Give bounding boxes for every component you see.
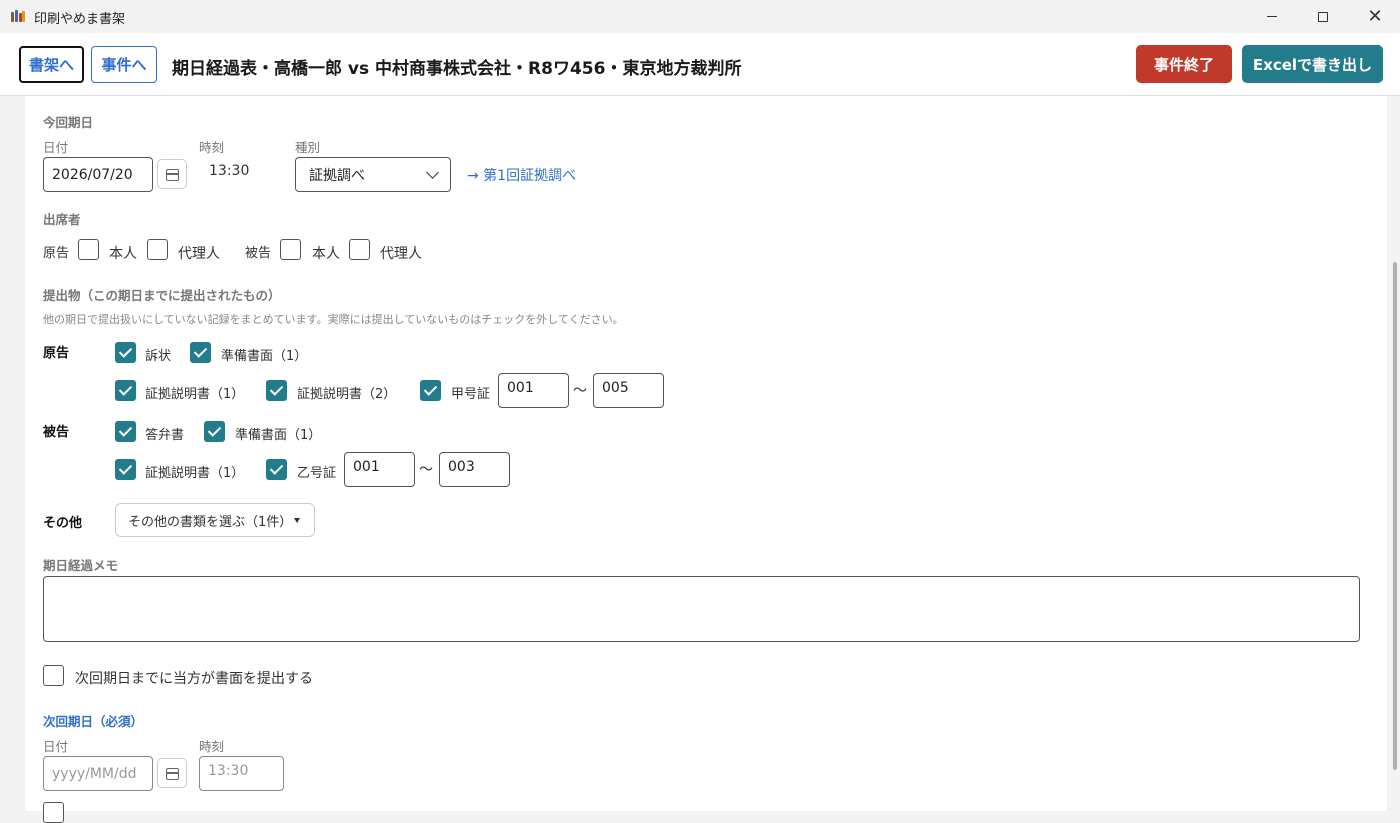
type-label: 種別 [295,140,321,155]
next-date-picker-button[interactable] [157,758,187,788]
maximize-icon [1318,11,1328,22]
other-documents-select-label: その他の書類を選ぶ（1件） [128,514,293,530]
plaintiff-submissions-label: 原告 [43,346,70,361]
submissions-hint: 他の期日で提出扱いにしていない記録をまとめています。実際には提出していないものは… [43,313,624,326]
other-submissions-label: その他 [43,516,83,531]
defendant-item-label: 答弁書 [145,428,185,443]
defendant-self-checkbox[interactable] [280,239,301,260]
page-header: 書架へ 事件へ 期日経過表・高橋一郎 vs 中村商事株式会社・R8ワ456・東京… [0,33,1400,96]
next-option-checkbox[interactable] [43,802,64,823]
current-date-section-label: 今回期日 [43,115,94,130]
window-titlebar: 印刷やめま書架 ✕ [0,0,1400,33]
plaintiff-item-label: 訴状 [145,349,172,364]
maximize-button[interactable] [1296,0,1350,33]
minimize-button[interactable] [1245,0,1299,33]
defendant-item-label: 準備書面（1） [235,428,322,443]
chevron-down-icon [426,166,439,179]
next-submit-checkbox[interactable] [43,665,64,686]
plaintiff-evidence-to-input[interactable]: 005 [593,373,664,408]
memo-label: 期日経過メモ [43,558,119,573]
plaintiff-item-checkbox[interactable] [115,380,136,401]
plaintiff-item-checkbox[interactable] [190,342,211,363]
page-title: 期日経過表・高橋一郎 vs 中村商事株式会社・R8ワ456・東京地方裁判所 [172,59,742,79]
type-select[interactable]: 証拠調べ [295,157,451,192]
plaintiff-item-label: 証拠説明書（2） [297,387,397,402]
dropdown-arrow-icon [294,518,300,523]
other-documents-select[interactable]: その他の書類を選ぶ（1件） [115,503,315,537]
defendant-item-checkbox[interactable] [204,421,225,442]
defendant-item-label: 証拠説明書（1） [145,466,245,481]
plaintiff-item-checkbox[interactable] [115,342,136,363]
minimize-icon [1267,16,1277,17]
defendant-evidence-checkbox[interactable] [266,459,287,480]
to-case-button[interactable]: 事件へ [91,46,157,83]
date-picker-button[interactable] [157,159,187,189]
memo-textarea[interactable] [43,576,1360,642]
close-icon: ✕ [1367,6,1383,27]
defendant-agent-label: 代理人 [380,246,422,262]
export-excel-button[interactable]: Excelで書き出し [1242,45,1383,83]
plaintiff-item-label: 準備書面（1） [221,349,308,364]
defendant-evidence-label: 乙号証 [297,466,337,481]
attendance-label: 出席者 [43,212,81,227]
plaintiff-self-label: 本人 [109,246,137,262]
scrollbar[interactable] [1393,262,1397,770]
attendance-plaintiff-label: 原告 [43,246,70,261]
form-panel: 今回期日 日付 時刻 種別 2026/07/20 13:30 証拠調べ → 第1… [25,96,1387,823]
plaintiff-evidence-label: 甲号証 [451,387,491,402]
plaintiff-agent-label: 代理人 [178,246,220,262]
next-time-input[interactable]: 13:30 [199,756,284,791]
window-title: 印刷やめま書架 [34,12,126,27]
plaintiff-evidence-from-input[interactable]: 001 [498,373,569,408]
to-shelf-button[interactable]: 書架へ [19,46,84,83]
next-date-input[interactable]: yyyy/MM/dd [43,756,153,791]
date-label: 日付 [43,140,69,155]
range-separator: ～ [573,383,587,399]
close-button[interactable]: ✕ [1348,0,1400,33]
submissions-label: 提出物（この期日までに提出されたもの） [43,288,281,303]
defendant-evidence-to-input[interactable]: 003 [439,452,510,487]
next-time-label: 時刻 [199,739,225,754]
defendant-item-checkbox[interactable] [115,421,136,442]
defendant-submissions-label: 被告 [43,425,70,440]
next-date-label: 日付 [43,739,69,754]
next-date-section-label: 次回期日（必須） [43,714,144,729]
type-select-value: 証拠調べ [309,167,365,184]
defendant-evidence-from-input[interactable]: 001 [344,452,415,487]
next-submit-label: 次回期日までに当方が書面を提出する [75,671,313,687]
type-link[interactable]: → 第1回証拠調べ [467,165,576,185]
plaintiff-agent-checkbox[interactable] [147,239,168,260]
end-case-button[interactable]: 事件終了 [1136,45,1232,83]
defendant-agent-checkbox[interactable] [349,239,370,260]
range-separator: ～ [419,462,433,478]
current-date-input[interactable]: 2026/07/20 [43,157,153,192]
plaintiff-self-checkbox[interactable] [78,239,99,260]
plaintiff-evidence-checkbox[interactable] [420,380,441,401]
bookshelf-icon [11,10,25,22]
calendar-icon [166,169,179,181]
defendant-item-checkbox[interactable] [115,459,136,480]
plaintiff-item-checkbox[interactable] [266,380,287,401]
time-label: 時刻 [199,140,225,155]
current-time-value[interactable]: 13:30 [209,163,249,179]
attendance-defendant-label: 被告 [245,246,272,261]
plaintiff-item-label: 証拠説明書（1） [145,387,245,402]
calendar-icon [166,768,179,780]
defendant-self-label: 本人 [312,246,340,262]
